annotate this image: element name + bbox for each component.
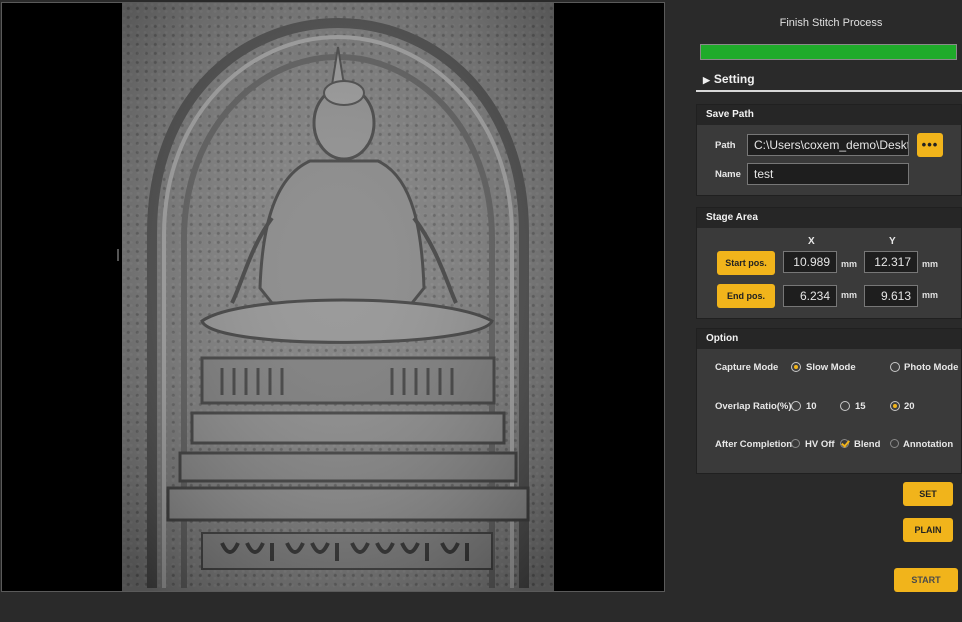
start-x-unit: mm — [841, 259, 858, 269]
blend-label[interactable]: Blend — [854, 439, 880, 450]
option-title: Option — [697, 329, 961, 349]
annotation-checkbox[interactable] — [890, 439, 900, 449]
viewer-tick-mark — [117, 249, 119, 261]
overlap-10-radio[interactable] — [791, 401, 801, 411]
overlap-20-label[interactable]: 20 — [904, 401, 915, 412]
stage-area-group: Stage Area X Y Start pos. 10.989 mm 12.3… — [696, 207, 962, 319]
browse-path-button[interactable]: ••• — [917, 133, 943, 157]
end-y-unit: mm — [922, 290, 939, 300]
stitch-progress-bar — [700, 44, 957, 60]
start-button[interactable]: START — [894, 568, 958, 592]
overlap-10-label[interactable]: 10 — [806, 401, 817, 412]
end-x-unit: mm — [841, 290, 858, 300]
hv-off-checkbox[interactable] — [791, 439, 801, 449]
capture-slow-label[interactable]: Slow Mode — [806, 362, 856, 373]
process-title: Finish Stitch Process — [779, 17, 883, 29]
annotation-label[interactable]: Annotation — [903, 439, 953, 450]
start-pos-button[interactable]: Start pos. — [717, 251, 775, 275]
amulet-relief-image — [122, 3, 554, 591]
capture-mode-label: Capture Mode — [715, 362, 779, 373]
overlap-15-label[interactable]: 15 — [855, 401, 866, 412]
stitched-image — [122, 3, 554, 591]
stitched-image-viewer[interactable] — [1, 2, 665, 592]
after-completion-label: After Completion — [715, 439, 793, 450]
stage-area-title: Stage Area — [697, 208, 961, 228]
end-x-input[interactable]: 6.234 — [783, 285, 837, 307]
name-input[interactable]: test — [747, 163, 909, 185]
blend-checkbox[interactable] — [840, 439, 850, 449]
capture-photo-radio[interactable] — [890, 362, 900, 372]
setting-section-toggle[interactable]: ▶ Setting — [696, 72, 962, 92]
option-group: Option Capture Mode Slow Mode Photo Mode… — [696, 328, 962, 474]
setting-label: Setting — [713, 72, 755, 86]
overlap-15-radio[interactable] — [840, 401, 850, 411]
path-label: Path — [715, 140, 736, 151]
y-axis-header: Y — [889, 236, 896, 247]
overlap-20-radio[interactable] — [890, 401, 900, 411]
end-pos-button[interactable]: End pos. — [717, 284, 775, 308]
name-label: Name — [715, 169, 741, 180]
set-button[interactable]: SET — [903, 482, 953, 506]
capture-photo-label[interactable]: Photo Mode — [904, 362, 958, 373]
plain-button[interactable]: PLAIN — [903, 518, 953, 542]
stitch-progress-fill — [701, 45, 956, 59]
overlap-ratio-label: Overlap Ratio(%) — [715, 401, 792, 412]
path-input[interactable]: C:\Users\coxem_demo\Deskt — [747, 134, 909, 156]
expand-triangle-icon: ▶ — [703, 75, 710, 85]
start-y-input[interactable]: 12.317 — [864, 251, 918, 273]
end-y-input[interactable]: 9.613 — [864, 285, 918, 307]
start-x-input[interactable]: 10.989 — [783, 251, 837, 273]
capture-slow-radio[interactable] — [791, 362, 801, 372]
save-path-title: Save Path — [697, 105, 961, 125]
x-axis-header: X — [808, 236, 815, 247]
hv-off-label[interactable]: HV Off — [805, 439, 835, 450]
save-path-group: Save Path Path C:\Users\coxem_demo\Deskt… — [696, 104, 962, 196]
start-y-unit: mm — [922, 259, 939, 269]
